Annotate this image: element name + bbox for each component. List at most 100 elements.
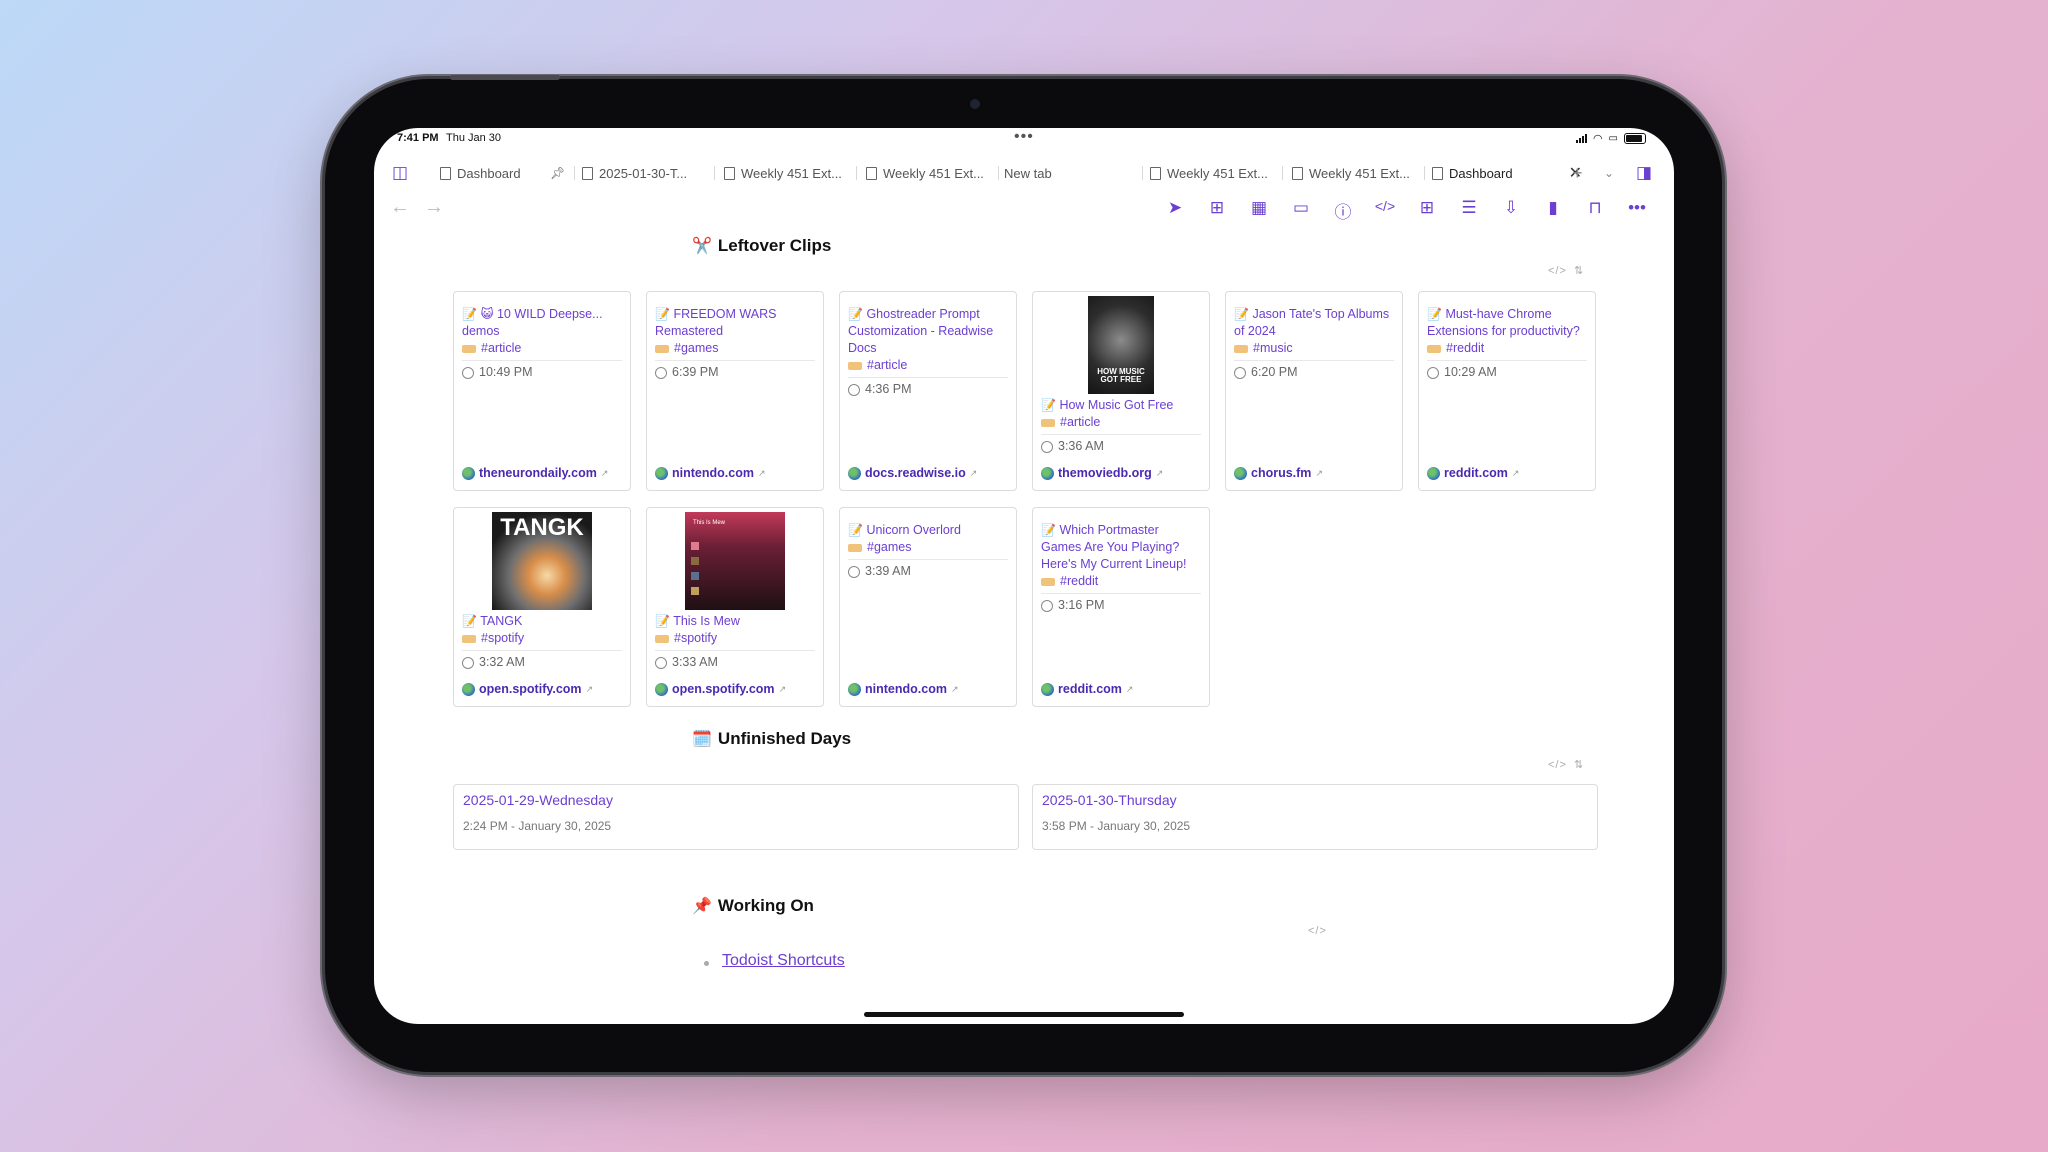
folder-icon[interactable]: ▭	[1290, 198, 1312, 218]
clip-card[interactable]: 📝 😺 10 WILD Deepse... demos #article 10:…	[453, 291, 631, 491]
clip-card[interactable]: 📝 Ghostreader Prompt Customization - Rea…	[839, 291, 1017, 491]
home-indicator[interactable]	[864, 1012, 1184, 1017]
memo-icon: 📝	[655, 614, 670, 628]
clip-site-link[interactable]: open.spotify.com ↗	[655, 682, 786, 696]
clock-icon	[655, 366, 667, 379]
bookmark-icon[interactable]: ▮	[1542, 198, 1564, 218]
new-tab-icon[interactable]: +	[1572, 160, 1583, 186]
memo-icon: 📝	[848, 523, 863, 537]
export-icon[interactable]: ⇩	[1500, 198, 1522, 218]
clip-title-text[interactable]: How Music Got Free	[1059, 398, 1173, 412]
sort-icon[interactable]: ⇅	[1574, 264, 1584, 277]
tag-icon	[655, 344, 669, 353]
tab-daily-note[interactable]: 2025-01-30-T...	[582, 160, 687, 186]
day-title[interactable]: 2025-01-29-Wednesday	[463, 792, 1009, 808]
document-icon	[1292, 166, 1303, 180]
clip-site-link[interactable]: nintendo.com ↗	[848, 682, 959, 696]
clip-card[interactable]: 📝 Must-have Chrome Extensions for produc…	[1418, 291, 1596, 491]
sort-icon[interactable]: ⇅	[1574, 758, 1584, 771]
clip-card[interactable]: HOW MUSIC GOT FREE 📝 How Music Got Free …	[1032, 291, 1210, 491]
poster-thumbnail[interactable]: HOW MUSIC GOT FREE	[1088, 296, 1154, 394]
code-view-icon[interactable]: </>	[1548, 265, 1567, 277]
document-icon	[1150, 166, 1161, 180]
clip-title: 📝 How Music Got Free	[1041, 397, 1201, 414]
clip-tag[interactable]: #music	[1234, 340, 1394, 357]
memo-icon: 📝	[1041, 398, 1056, 412]
globe-icon	[462, 466, 475, 480]
external-link-icon: ↗	[778, 683, 787, 694]
code-view-icon[interactable]: </>	[1548, 759, 1567, 771]
calendar-icon[interactable]: ▦	[1248, 198, 1270, 218]
clip-card[interactable]: 📝 Which Portmaster Games Are You Playing…	[1032, 507, 1210, 707]
checklist-icon[interactable]: ☰	[1458, 198, 1480, 218]
document-icon	[440, 166, 451, 180]
clip-title-text[interactable]: TANGK	[480, 614, 522, 628]
right-sidebar-icon[interactable]: ◨	[1636, 160, 1652, 186]
info-icon[interactable]: ⓘ	[1332, 198, 1354, 223]
clip-title-text[interactable]: Jason Tate's Top Albums of 2024	[1234, 307, 1389, 338]
clip-title-text[interactable]: This Is Mew	[673, 614, 740, 628]
clip-site-link[interactable]: themoviedb.org ↗	[1041, 466, 1163, 480]
day-title[interactable]: 2025-01-30-Thursday	[1042, 792, 1588, 808]
clip-tag[interactable]: #article	[848, 357, 1008, 374]
clip-site-link[interactable]: nintendo.com ↗	[655, 466, 766, 480]
tab-dashboard-active[interactable]: Dashboard ✕	[1432, 160, 1582, 186]
clip-title-text[interactable]: Unicorn Overlord	[866, 523, 960, 537]
sidebar-toggle-icon[interactable]: ◫	[392, 160, 408, 186]
clip-card[interactable]: 📝 Unicorn Overlord #games 3:39 AM ninten…	[839, 507, 1017, 707]
clip-tag[interactable]: #article	[462, 340, 622, 357]
reading-icon[interactable]: ⊓	[1584, 198, 1606, 218]
clip-tag[interactable]: #reddit	[1427, 340, 1587, 357]
clip-tag[interactable]: #article	[1041, 414, 1201, 431]
external-link-icon: ↗	[1125, 683, 1134, 694]
clip-card[interactable]: 📝 Jason Tate's Top Albums of 2024 #music…	[1225, 291, 1403, 491]
divider	[1041, 434, 1201, 435]
clip-site-link[interactable]: reddit.com ↗	[1041, 682, 1133, 696]
tab-weekly-2[interactable]: Weekly 451 Ext...	[866, 160, 984, 186]
clip-card[interactable]: 📝 FREEDOM WARS Remastered #games 6:39 PM…	[646, 291, 824, 491]
clip-title-text[interactable]: Ghostreader Prompt Customization - Readw…	[848, 307, 993, 355]
clip-site-link[interactable]: reddit.com ↗	[1427, 466, 1519, 480]
clip-title-text[interactable]: 😺 10 WILD Deepse... demos	[462, 307, 603, 338]
album-thumbnail[interactable]: TANGK	[492, 512, 592, 610]
back-icon[interactable]: ←	[390, 196, 410, 219]
tab-weekly-4[interactable]: Weekly 451 Ext...	[1292, 160, 1410, 186]
clip-tag[interactable]: #spotify	[655, 630, 815, 647]
tab-new[interactable]: New tab	[1004, 160, 1052, 186]
tab-weekly-3[interactable]: Weekly 451 Ext...	[1150, 160, 1268, 186]
pin-icon[interactable]: 📌︎	[550, 160, 565, 186]
chevron-down-icon[interactable]: ⌄	[1604, 160, 1614, 186]
clip-site-link[interactable]: open.spotify.com ↗	[462, 682, 593, 696]
clip-site-link[interactable]: docs.readwise.io ↗	[848, 466, 977, 480]
playlist-thumbnail[interactable]: This Is Mew	[685, 512, 785, 610]
working-on-link[interactable]: Todoist Shortcuts	[722, 952, 845, 970]
multitasking-dots[interactable]: •••	[1014, 128, 1034, 146]
status-date: Thu Jan 30	[446, 132, 502, 144]
grid-icon[interactable]: ⊞	[1416, 198, 1438, 218]
clip-title-text[interactable]: FREEDOM WARS Remastered	[655, 307, 776, 338]
day-card[interactable]: 2025-01-30-Thursday 3:58 PM - January 30…	[1032, 784, 1598, 850]
tab-dashboard[interactable]: Dashboard	[440, 160, 521, 186]
clip-title: 📝 Which Portmaster Games Are You Playing…	[1041, 522, 1201, 573]
section-working-on: 📌 Working On	[692, 896, 814, 916]
send-icon[interactable]: ➤	[1164, 198, 1186, 218]
clip-title-text[interactable]: Which Portmaster Games Are You Playing? …	[1041, 523, 1187, 571]
clip-card[interactable]: This Is Mew 📝 This Is Mew #spotify 3:33 …	[646, 507, 824, 707]
clip-site-link[interactable]: chorus.fm ↗	[1234, 466, 1323, 480]
clip-tag[interactable]: #games	[848, 539, 1008, 556]
code-view-icon[interactable]: </>	[1308, 925, 1327, 937]
clip-card[interactable]: TANGK 📝 TANGK #spotify 3:32 AM open.spot…	[453, 507, 631, 707]
clip-tag[interactable]: #games	[655, 340, 815, 357]
clip-tag[interactable]: #reddit	[1041, 573, 1201, 590]
code-icon[interactable]: </>	[1374, 198, 1396, 214]
clip-tag[interactable]: #spotify	[462, 630, 622, 647]
clip-site-link[interactable]: theneurondaily.com ↗	[462, 466, 608, 480]
day-card[interactable]: 2025-01-29-Wednesday 2:24 PM - January 3…	[453, 784, 1019, 850]
tab-weekly-1[interactable]: Weekly 451 Ext...	[724, 160, 842, 186]
album-text: TANGK	[500, 514, 584, 541]
tab-divider	[574, 166, 575, 180]
new-note-icon[interactable]: ⊞	[1206, 198, 1228, 218]
forward-icon[interactable]: →	[424, 196, 444, 219]
more-icon[interactable]: •••	[1626, 198, 1648, 218]
clip-title-text[interactable]: Must-have Chrome Extensions for producti…	[1427, 307, 1580, 338]
